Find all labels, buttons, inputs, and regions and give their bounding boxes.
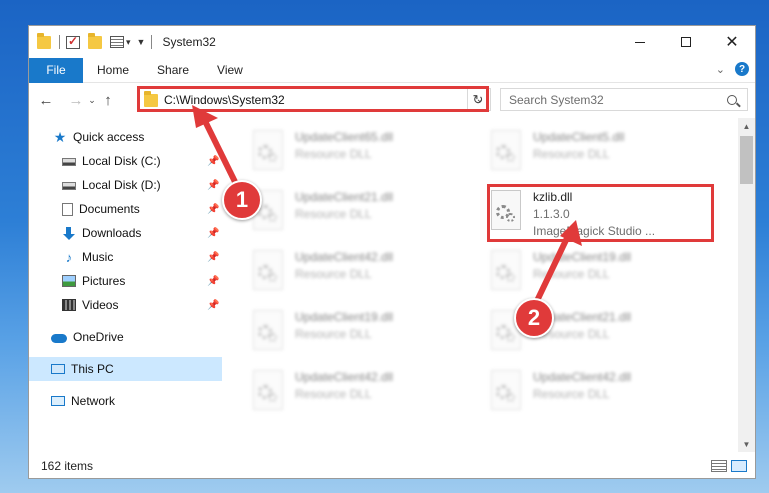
annotation-arrows bbox=[192, 105, 582, 307]
step-1-badge: 1 bbox=[222, 180, 262, 220]
step-2-badge: 2 bbox=[514, 298, 554, 338]
arrow-to-file bbox=[532, 234, 571, 307]
